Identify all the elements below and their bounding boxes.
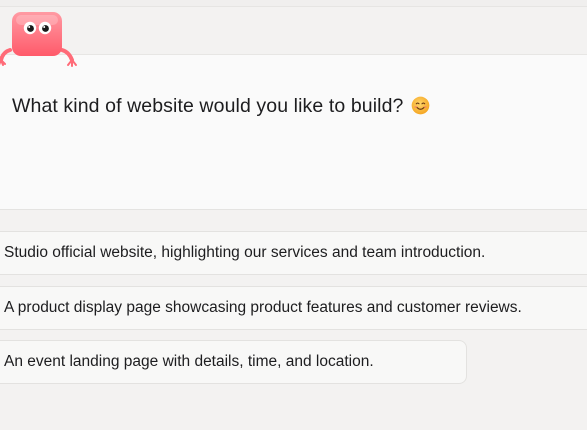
assistant-message-card: What kind of website would you like to b… [0,54,587,210]
suggestion-event-landing-page[interactable]: An event landing page with details, time… [0,340,467,384]
chat-page: What kind of website would you like to b… [0,0,587,430]
top-divider [0,0,587,7]
pink-robot-mascot-icon [0,10,80,68]
assistant-question-text: What kind of website would you like to b… [12,95,404,117]
suggestion-studio-website[interactable]: Studio official website, highlighting ou… [0,231,587,275]
suggestion-product-display-page[interactable]: A product display page showcasing produc… [0,286,587,330]
suggestion-label: Studio official website, highlighting ou… [4,244,486,261]
suggestion-label: An event landing page with details, time… [4,353,374,370]
suggestion-label: A product display page showcasing produc… [4,299,522,316]
assistant-question: What kind of website would you like to b… [12,93,430,118]
smiling-face-emoji-icon [411,96,430,115]
